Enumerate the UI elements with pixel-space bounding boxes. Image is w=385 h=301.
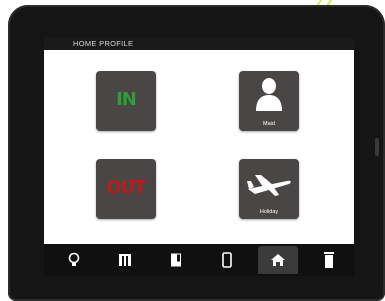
person-icon	[256, 78, 282, 111]
side-button	[375, 138, 379, 156]
toolbar-button-devices[interactable]	[207, 246, 247, 274]
toolbar-button-bin[interactable]	[309, 246, 349, 274]
airplane-icon	[247, 175, 291, 196]
maid-tile-button[interactable]: Maid	[239, 71, 299, 131]
in-tile-button[interactable]: IN	[96, 71, 156, 131]
toolbar-button-doors[interactable]	[156, 246, 196, 274]
out-text-icon: OUT	[106, 177, 146, 198]
toolbar-button-lights[interactable]	[54, 246, 94, 274]
title-bar: HOME PROFILE	[44, 38, 354, 50]
holiday-label: Holiday	[259, 209, 279, 215]
bottom-toolbar	[44, 244, 354, 276]
maid-label: Maid	[263, 121, 275, 127]
home-icon	[271, 254, 285, 266]
tablet-screen: HOME PROFILE IN Maid OUT Holiday	[44, 38, 354, 276]
in-text-icon: IN	[116, 89, 137, 110]
toolbar-button-home[interactable]	[258, 246, 298, 274]
page-title: HOME PROFILE	[73, 39, 134, 48]
window-icon	[119, 254, 131, 266]
phone-icon	[222, 252, 232, 268]
toolbar-button-windows[interactable]	[105, 246, 145, 274]
trash-icon	[324, 252, 334, 268]
holiday-tile-button[interactable]: Holiday	[239, 159, 299, 219]
lightbulb-icon	[68, 252, 80, 266]
door-icon	[171, 253, 181, 267]
out-tile-button[interactable]: OUT	[96, 159, 156, 219]
